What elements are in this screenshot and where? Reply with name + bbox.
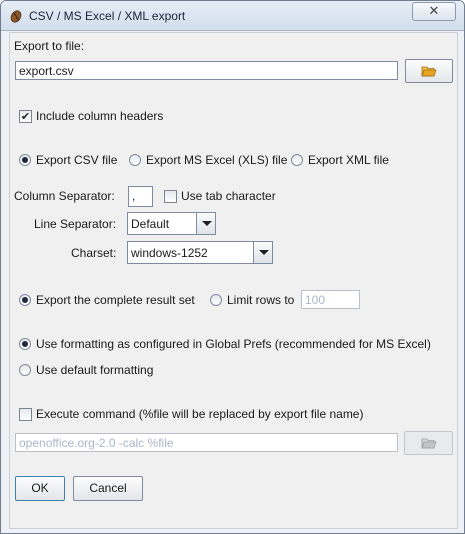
charset-label: Charset: xyxy=(71,246,117,260)
export-xls-label: Export MS Excel (XLS) file xyxy=(146,153,288,167)
chevron-down-icon[interactable] xyxy=(253,242,272,263)
folder-open-icon xyxy=(420,438,437,449)
column-headers-label: Include column headers xyxy=(36,109,164,123)
execute-command-checkbox[interactable] xyxy=(19,408,32,421)
line-separator-value: Default xyxy=(131,217,170,231)
export-dialog: CSV / MS Excel / XML export ✕ Export to … xyxy=(0,0,465,534)
charset-combo[interactable]: windows-1252 xyxy=(127,241,273,264)
execute-command-label: Execute command (%file will be replaced … xyxy=(36,407,364,421)
radio-complete-result-set[interactable] xyxy=(19,294,31,306)
column-separator-input[interactable]: , xyxy=(128,186,153,207)
tab-character-label: Use tab character xyxy=(181,189,276,203)
chevron-down-icon[interactable] xyxy=(196,213,215,234)
radio-global-formatting[interactable] xyxy=(19,338,31,350)
charset-value: windows-1252 xyxy=(131,246,208,260)
limit-rows-input[interactable]: 100 xyxy=(301,290,360,309)
radio-default-formatting[interactable] xyxy=(19,364,31,376)
line-separator-combo[interactable]: Default xyxy=(127,212,216,235)
export-file-input[interactable]: export.csv xyxy=(15,61,398,80)
window-title: CSV / MS Excel / XML export xyxy=(29,9,186,23)
radio-export-csv[interactable] xyxy=(19,154,31,166)
complete-result-set-label: Export the complete result set xyxy=(36,293,195,307)
browse-button[interactable] xyxy=(405,59,453,83)
line-separator-label: Line Separator: xyxy=(34,217,117,231)
coffee-bean-icon xyxy=(10,10,22,23)
command-input[interactable]: openoffice.org-2.0 -calc %file xyxy=(15,433,398,452)
folder-open-icon xyxy=(421,66,437,77)
radio-export-xml[interactable] xyxy=(291,154,303,166)
title-bar: CSV / MS Excel / XML export ✕ xyxy=(1,1,464,31)
cancel-button[interactable]: Cancel xyxy=(73,476,143,501)
limit-rows-label: Limit rows to xyxy=(227,293,295,307)
command-browse-button[interactable] xyxy=(404,431,453,455)
radio-limit-rows[interactable] xyxy=(210,294,222,306)
column-separator-label: Column Separator: xyxy=(14,189,115,203)
export-file-label: Export to file: xyxy=(14,39,85,53)
export-csv-label: Export CSV file xyxy=(36,153,118,167)
default-formatting-label: Use default formatting xyxy=(36,363,154,377)
tab-character-checkbox[interactable] xyxy=(164,190,177,203)
close-button[interactable]: ✕ xyxy=(412,2,456,21)
dialog-content: Export to file: export.csv ✔ Include col… xyxy=(9,32,458,529)
radio-export-xls[interactable] xyxy=(129,154,141,166)
export-xml-label: Export XML file xyxy=(308,153,389,167)
column-headers-checkbox[interactable]: ✔ xyxy=(19,110,32,123)
ok-button[interactable]: OK xyxy=(15,476,65,501)
global-formatting-label: Use formatting as configured in Global P… xyxy=(36,337,431,351)
